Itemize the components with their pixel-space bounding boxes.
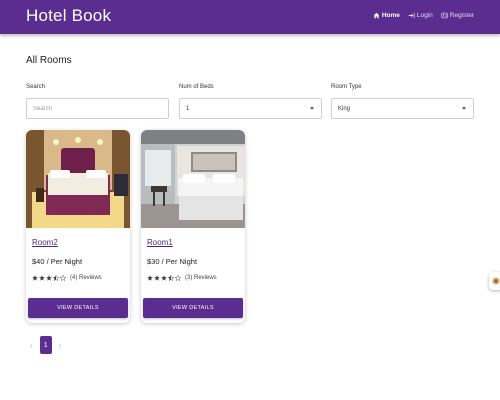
view-details-button[interactable]: VIEW DETAILS [143, 298, 243, 318]
star-half-icon [168, 275, 174, 281]
star-filled-icon [154, 275, 160, 281]
view-details-button[interactable]: VIEW DETAILS [28, 298, 128, 318]
room-rating: (3) Reviews [147, 275, 217, 281]
nav-login-label: Login [416, 12, 433, 19]
top-navbar: Hotel Book Home Login Register [0, 0, 500, 34]
search-input[interactable] [33, 105, 168, 112]
nav-register-link[interactable]: Register [441, 12, 474, 19]
room-type-label: Room Type [331, 84, 362, 90]
room-price: $40 / Per Night [32, 257, 83, 266]
star-filled-icon [161, 275, 167, 281]
nav-home-link[interactable]: Home [373, 12, 400, 19]
star-filled-icon [39, 275, 45, 281]
star-empty-icon [60, 275, 66, 281]
room-type-select-value: King [338, 105, 351, 112]
brand-title[interactable]: Hotel Book [26, 6, 111, 26]
login-icon [408, 12, 415, 19]
floating-widget[interactable] [489, 272, 500, 290]
review-count: (4) Reviews [70, 275, 102, 281]
beds-label: Num of Beds [179, 84, 214, 90]
beds-select-value: 1 [186, 105, 190, 112]
home-icon [373, 12, 380, 19]
page-number-button[interactable]: 1 [39, 336, 52, 354]
star-filled-icon [46, 275, 52, 281]
widget-icon [492, 277, 500, 285]
pagination: ‹ 1 › [30, 336, 61, 354]
nav-register-label: Register [449, 12, 474, 19]
room-image[interactable] [141, 130, 245, 228]
room-title-link[interactable]: Room2 [32, 238, 58, 247]
room-rating: (4) Reviews [32, 275, 102, 281]
chevron-down-icon [462, 107, 466, 110]
star-filled-icon [32, 275, 38, 281]
next-page-button[interactable]: › [59, 341, 62, 350]
prev-page-button[interactable]: ‹ [30, 341, 33, 350]
page-title: All Rooms [26, 55, 72, 66]
search-field [26, 98, 169, 119]
nav-login-link[interactable]: Login [408, 12, 433, 19]
star-filled-icon [147, 275, 153, 281]
star-half-icon [53, 275, 59, 281]
room-type-select[interactable]: King [331, 98, 474, 119]
room-title-link[interactable]: Room1 [147, 238, 173, 247]
room-card: Room2 $40 / Per Night (4) Reviews VIEW D… [26, 130, 130, 323]
beds-select[interactable]: 1 [179, 98, 322, 119]
room-price: $30 / Per Night [147, 257, 198, 266]
chevron-down-icon [310, 107, 314, 110]
room-card: Room1 $30 / Per Night (3) Reviews VIEW D… [141, 130, 245, 323]
search-label: Search [26, 84, 46, 90]
room-image[interactable] [26, 130, 130, 228]
nav-links: Home Login Register [373, 12, 474, 19]
review-count: (3) Reviews [185, 275, 217, 281]
star-empty-icon [175, 275, 181, 281]
nav-home-label: Home [381, 12, 400, 19]
register-icon [441, 12, 448, 19]
